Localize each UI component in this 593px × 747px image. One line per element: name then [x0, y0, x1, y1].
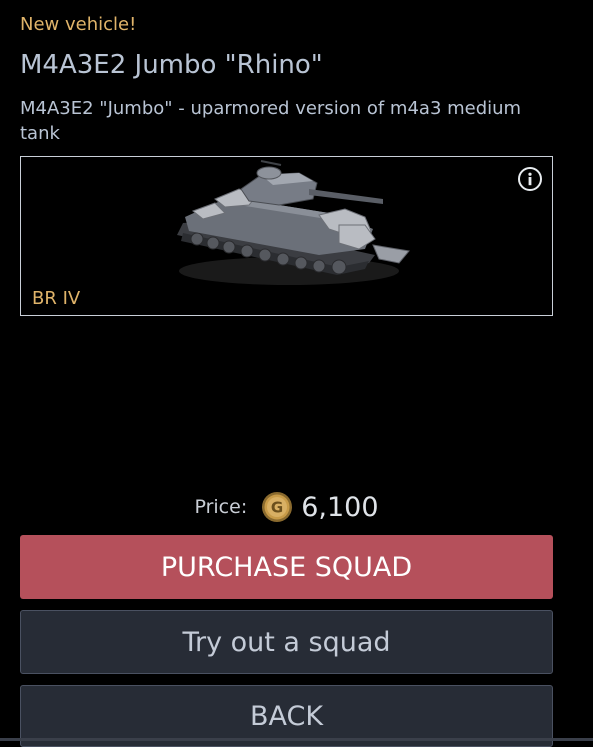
vehicle-preview-panel: BR IV [20, 156, 553, 316]
purchase-squad-button[interactable]: PURCHASE SQUAD [20, 535, 553, 599]
price-value: 6,100 [301, 491, 379, 523]
battle-rating-label: BR IV [32, 288, 81, 309]
gold-coin-icon: G [262, 492, 293, 522]
vehicle-title: M4A3E2 Jumbo "Rhino" [20, 50, 323, 80]
price-label: Price: [194, 496, 248, 518]
info-icon[interactable] [518, 167, 542, 191]
tank-image [177, 160, 410, 285]
new-vehicle-tag: New vehicle! [20, 14, 137, 35]
try-out-squad-button[interactable]: Try out a squad [20, 610, 553, 674]
svg-text:G: G [271, 499, 283, 517]
price-row: Price: G 6,100 [0, 488, 573, 526]
vehicle-description: M4A3E2 "Jumbo" - uparmored version of m4… [20, 98, 522, 144]
